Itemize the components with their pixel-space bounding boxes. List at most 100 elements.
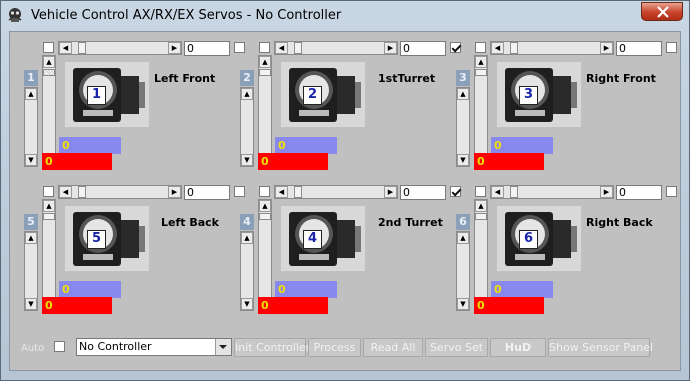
chevron-down-icon[interactable] <box>215 339 231 355</box>
close-button[interactable] <box>641 2 683 21</box>
speed-slider[interactable]: ▲ ▼ <box>456 231 470 311</box>
torque-slider[interactable]: ▲ ▼ <box>258 199 272 311</box>
option-checkbox-a[interactable] <box>666 42 677 53</box>
title-bar[interactable]: Vehicle Control AX/RX/EX Servos - No Con… <box>1 1 689 31</box>
read-all-button[interactable]: Read All <box>363 338 423 357</box>
slider-thumb[interactable] <box>294 186 302 198</box>
arrow-up-icon[interactable]: ▲ <box>43 56 55 68</box>
controller-select[interactable]: No Controller <box>76 338 232 356</box>
slider-thumb[interactable] <box>78 42 86 54</box>
position-slider[interactable]: ◀ ▶ <box>274 185 398 199</box>
slider-thumb[interactable] <box>259 69 271 76</box>
arrow-right-icon[interactable]: ▶ <box>384 42 397 54</box>
speed-slider[interactable]: ▲ ▼ <box>24 231 38 311</box>
arrow-right-icon[interactable]: ▶ <box>168 186 181 198</box>
enable-checkbox[interactable] <box>259 186 270 197</box>
arrow-up-icon[interactable]: ▲ <box>259 56 271 68</box>
servo-set-button[interactable]: Servo Set <box>425 338 488 357</box>
arrow-up-icon[interactable]: ▲ <box>25 232 37 244</box>
arrow-down-icon[interactable]: ▼ <box>457 154 469 166</box>
servo-label: 2nd Turret <box>378 216 443 229</box>
arrow-left-icon[interactable]: ◀ <box>275 186 288 198</box>
arrow-up-icon[interactable]: ▲ <box>43 200 55 212</box>
position-value[interactable]: 0 <box>400 41 446 56</box>
servo-panel-right-front: ◀ ▶ 0 3 ▲ ▼ ▲ ▼ <box>450 39 677 179</box>
torque-slider[interactable]: ▲ ▼ <box>474 55 488 167</box>
arrow-up-icon[interactable]: ▲ <box>25 88 37 100</box>
enable-checkbox[interactable] <box>259 42 270 53</box>
servo-number: 4 <box>303 230 322 249</box>
auto-checkbox[interactable] <box>54 341 65 352</box>
position-slider[interactable]: ◀ ▶ <box>58 185 182 199</box>
arrow-up-icon[interactable]: ▲ <box>241 88 253 100</box>
speed-slider[interactable]: ▲ ▼ <box>24 87 38 167</box>
arrow-left-icon[interactable]: ◀ <box>491 42 504 54</box>
slider-thumb[interactable] <box>510 186 518 198</box>
position-value[interactable]: 0 <box>616 185 662 200</box>
arrow-up-icon[interactable]: ▲ <box>475 56 487 68</box>
servo-id-badge: 6 <box>456 214 470 230</box>
arrow-up-icon[interactable]: ▲ <box>457 232 469 244</box>
arrow-right-icon[interactable]: ▶ <box>384 186 397 198</box>
arrow-down-icon[interactable]: ▼ <box>241 154 253 166</box>
position-slider[interactable]: ◀ ▶ <box>274 41 398 55</box>
slider-thumb[interactable] <box>475 213 487 220</box>
slider-thumb[interactable] <box>43 69 55 76</box>
slider-thumb[interactable] <box>43 213 55 220</box>
position-slider[interactable]: ◀ ▶ <box>490 185 614 199</box>
arrow-right-icon[interactable]: ▶ <box>168 42 181 54</box>
position-value[interactable]: 0 <box>400 185 446 200</box>
servo-id-badge: 5 <box>24 214 38 230</box>
position-value[interactable]: 0 <box>616 41 662 56</box>
process-button[interactable]: Process <box>308 338 361 357</box>
arrow-up-icon[interactable]: ▲ <box>457 88 469 100</box>
robot-icon <box>8 8 22 22</box>
servo-panel-left-back: ◀ ▶ 0 5 ▲ ▼ ▲ ▼ <box>18 183 245 323</box>
enable-checkbox[interactable] <box>475 42 486 53</box>
position-value[interactable]: 0 <box>184 185 230 200</box>
arrow-up-icon[interactable]: ▲ <box>259 200 271 212</box>
servo-image: 2 <box>281 62 365 127</box>
arrow-up-icon[interactable]: ▲ <box>475 200 487 212</box>
servo-label: Right Front <box>586 72 656 85</box>
servo-image: 6 <box>497 206 581 271</box>
arrow-up-icon[interactable]: ▲ <box>241 232 253 244</box>
speed-slider[interactable]: ▲ ▼ <box>456 87 470 167</box>
init-controller-button[interactable]: Init Controller <box>234 338 310 357</box>
torque-slider[interactable]: ▲ ▼ <box>258 55 272 167</box>
torque-slider[interactable]: ▲ ▼ <box>42 199 56 311</box>
arrow-down-icon[interactable]: ▼ <box>457 298 469 310</box>
enable-checkbox[interactable] <box>43 186 54 197</box>
enable-checkbox[interactable] <box>43 42 54 53</box>
option-checkbox-a[interactable] <box>666 186 677 197</box>
arrow-left-icon[interactable]: ◀ <box>59 42 72 54</box>
enable-checkbox[interactable] <box>475 186 486 197</box>
position-slider[interactable]: ◀ ▶ <box>58 41 182 55</box>
position-value[interactable]: 0 <box>184 41 230 56</box>
arrow-left-icon[interactable]: ◀ <box>275 42 288 54</box>
arrow-left-icon[interactable]: ◀ <box>59 186 72 198</box>
slider-thumb[interactable] <box>259 213 271 220</box>
arrow-down-icon[interactable]: ▼ <box>241 298 253 310</box>
torque-slider[interactable]: ▲ ▼ <box>42 55 56 167</box>
arrow-down-icon[interactable]: ▼ <box>25 298 37 310</box>
arrow-right-icon[interactable]: ▶ <box>600 42 613 54</box>
torque-slider[interactable]: ▲ ▼ <box>474 199 488 311</box>
show-sensor-panel-button[interactable]: Show Sensor Panel <box>548 338 653 357</box>
main-window: Vehicle Control AX/RX/EX Servos - No Con… <box>0 0 690 381</box>
load-bar: 0 <box>275 281 337 298</box>
temperature-bar: 0 <box>42 153 112 170</box>
speed-slider[interactable]: ▲ ▼ <box>240 231 254 311</box>
slider-thumb[interactable] <box>78 186 86 198</box>
position-slider[interactable]: ◀ ▶ <box>490 41 614 55</box>
controller-select-value: No Controller <box>79 340 152 353</box>
arrow-down-icon[interactable]: ▼ <box>25 154 37 166</box>
servo-id-badge: 2 <box>240 70 254 86</box>
arrow-right-icon[interactable]: ▶ <box>600 186 613 198</box>
arrow-left-icon[interactable]: ◀ <box>491 186 504 198</box>
slider-thumb[interactable] <box>294 42 302 54</box>
speed-slider[interactable]: ▲ ▼ <box>240 87 254 167</box>
hud-button[interactable]: HuD <box>490 338 546 357</box>
slider-thumb[interactable] <box>510 42 518 54</box>
slider-thumb[interactable] <box>475 69 487 76</box>
